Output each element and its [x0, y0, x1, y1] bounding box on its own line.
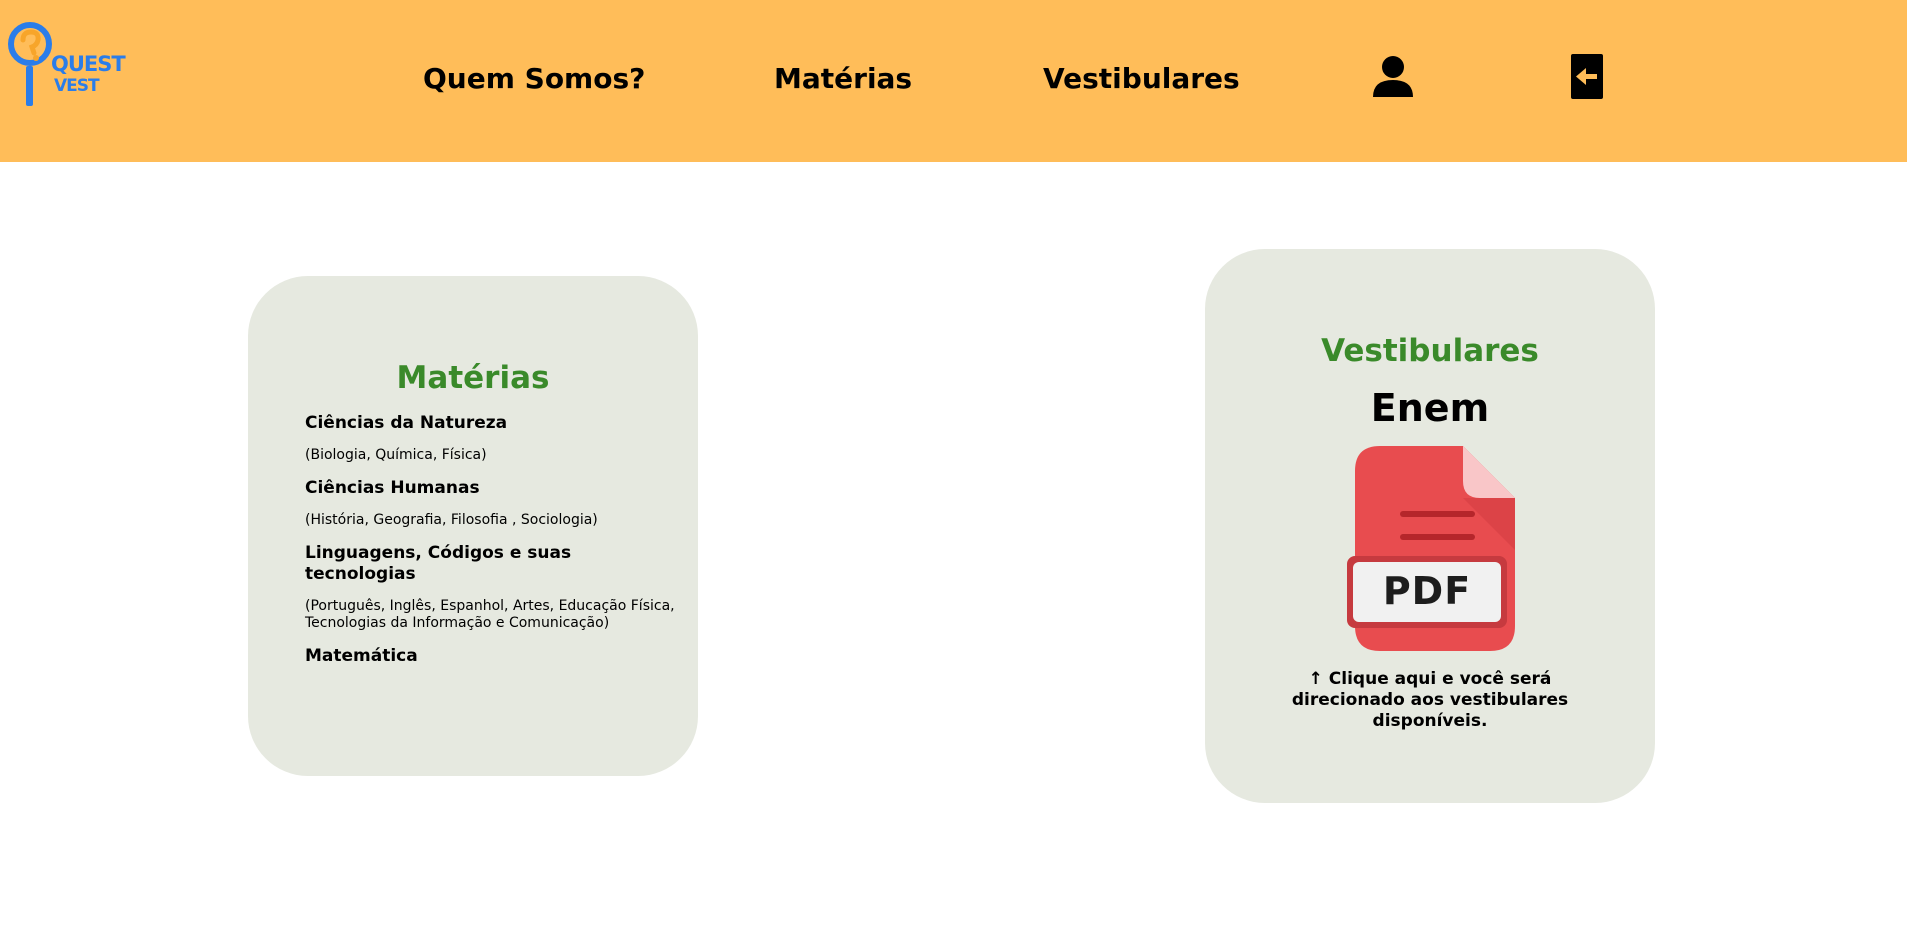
quest-vest-logo[interactable]: QUEST VEST — [6, 20, 126, 110]
area-name: Ciências Humanas — [305, 478, 480, 498]
vestibulares-card: Vestibulares Enem PDF ↑ Clique aqui e vo… — [1205, 249, 1655, 803]
exam-name: Enem — [1370, 386, 1490, 430]
logo-text-quest: QUEST — [51, 52, 126, 76]
top-header: QUEST VEST Quem Somos? Matérias Vestibul… — [0, 0, 1907, 162]
area-name: Matemática — [305, 646, 418, 666]
materias-card: Matérias Ciências da Natureza (Biologia,… — [248, 276, 698, 776]
vestibulares-title: Vestibulares — [1321, 333, 1539, 369]
subject-areas-list: Ciências da Natureza (Biologia, Química,… — [305, 413, 675, 680]
pdf-file-icon[interactable] — [1345, 446, 1515, 651]
user-icon[interactable] — [1372, 55, 1414, 97]
area-subjects: (Português, Inglês, Espanhol, Artes, Edu… — [305, 598, 675, 631]
pdf-label: PDF — [1382, 569, 1472, 613]
area-name: Ciências da Natureza — [305, 413, 508, 433]
nav-link-vestibulares[interactable]: Vestibulares — [1043, 62, 1240, 95]
area-subjects: (História, Geografia, Filosofia , Sociol… — [305, 512, 598, 528]
area-subjects: (Biologia, Química, Física) — [305, 447, 487, 463]
nav-link-quem-somos[interactable]: Quem Somos? — [423, 62, 645, 95]
nav-link-materias[interactable]: Matérias — [774, 62, 912, 95]
exit-icon[interactable] — [1571, 54, 1603, 99]
pdf-caption: ↑ Clique aqui e você será direcionado ao… — [1291, 669, 1569, 731]
logo-text-vest: VEST — [54, 76, 100, 96]
area-name: Linguagens, Códigos e suas tecnologias — [305, 543, 572, 584]
materias-title: Matérias — [396, 360, 550, 396]
